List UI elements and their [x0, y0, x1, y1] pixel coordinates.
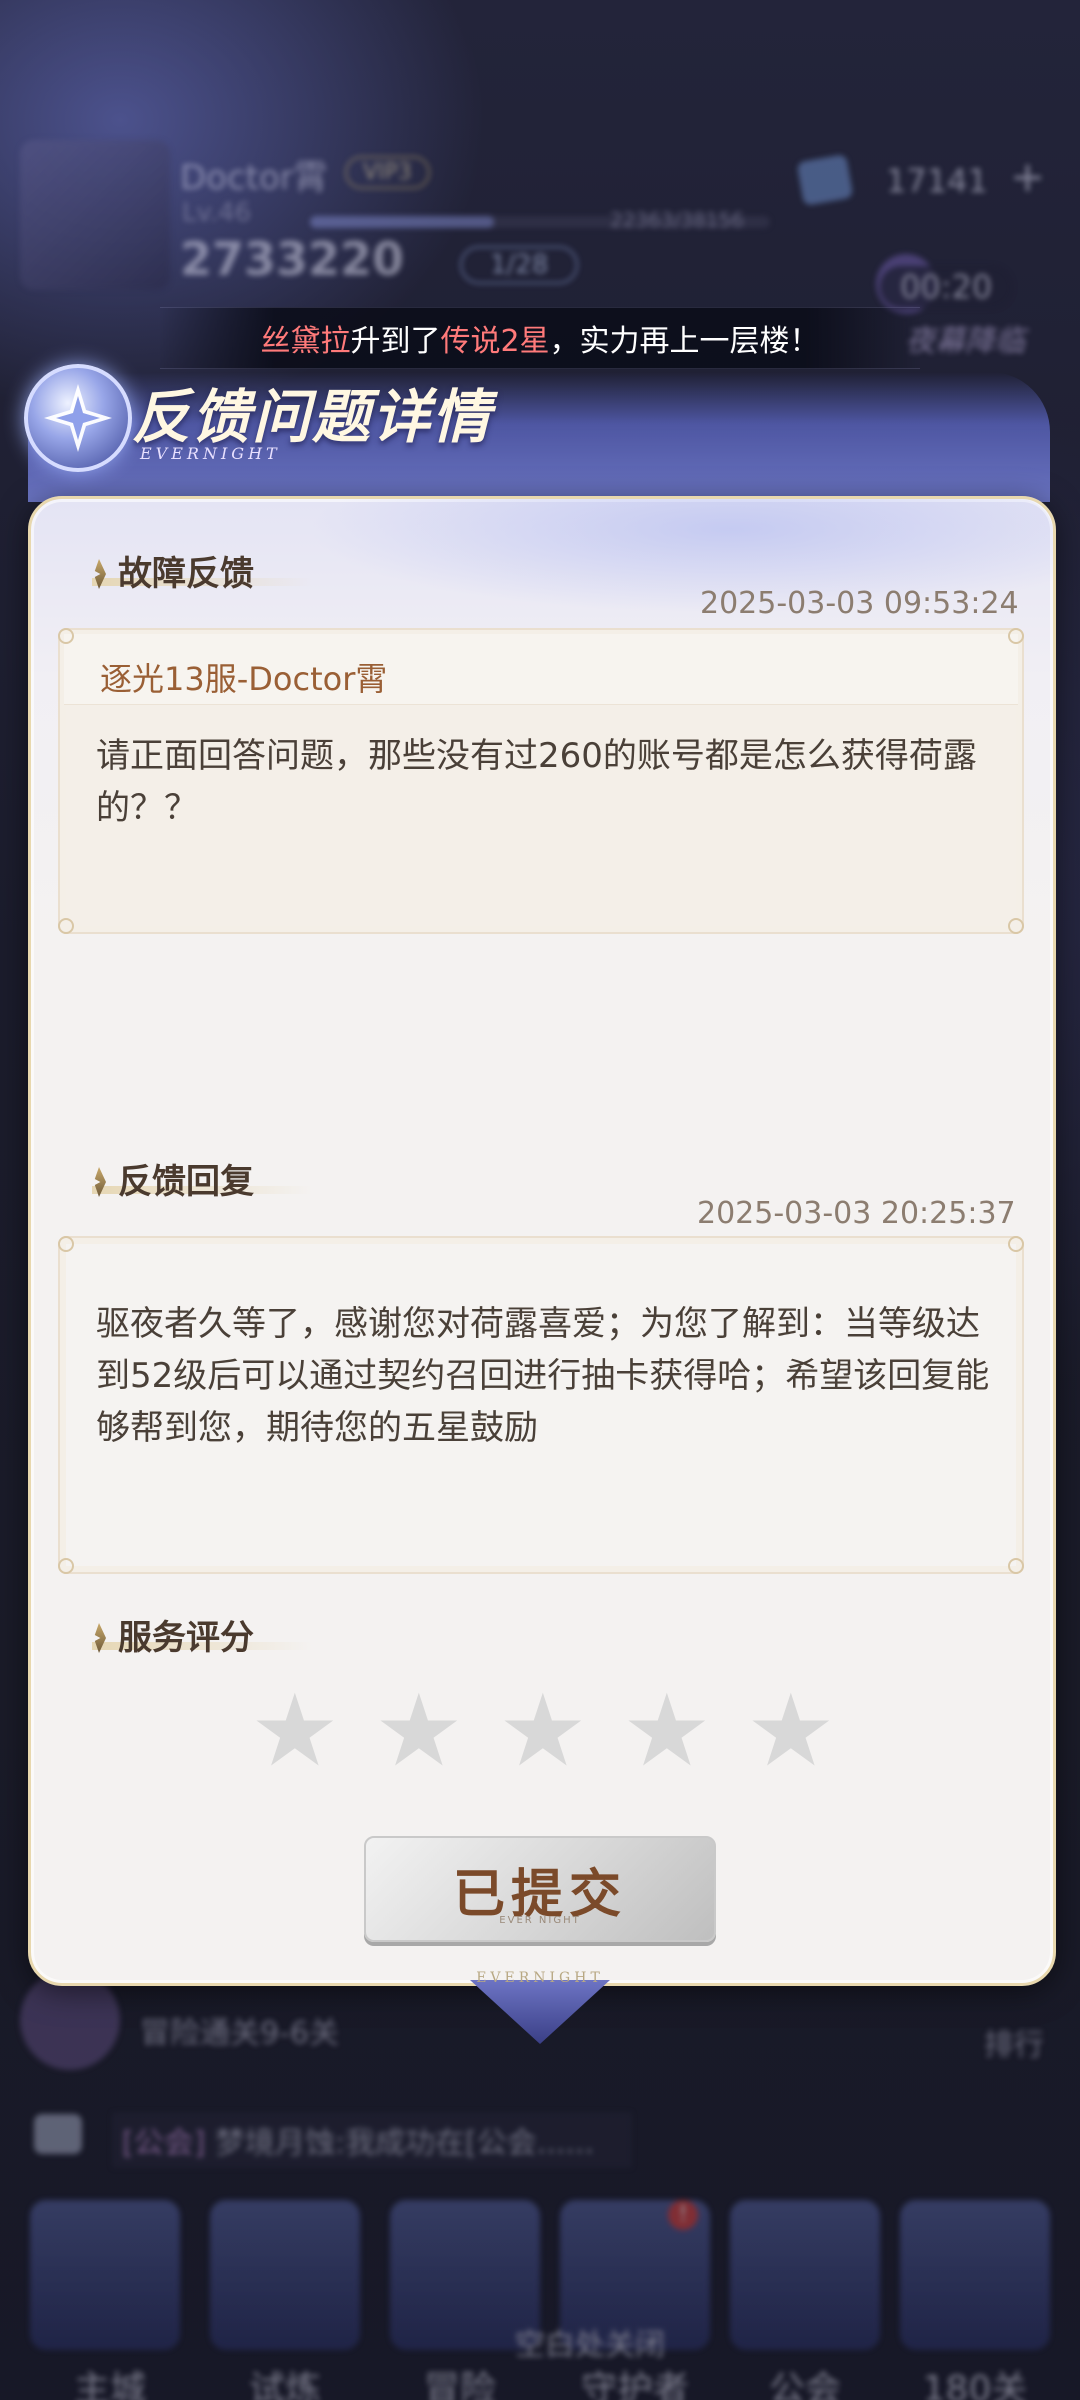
section-marker-icon	[94, 1623, 106, 1653]
issue-section-label: 故障反馈	[118, 554, 254, 594]
main-city-icon[interactable]	[30, 2200, 180, 2350]
issue-card-header: 逐光13服-Doctor霄	[64, 634, 1018, 705]
rating-section-title: 服务评分	[92, 1610, 254, 1659]
nav-guild[interactable]: 公会	[725, 2360, 885, 2400]
footer-brand: EVERNIGHT	[476, 1970, 604, 1986]
ranking-label[interactable]: 排行	[984, 2020, 1044, 2064]
tap-to-close-hint: 空白处关闭	[515, 2328, 665, 2363]
event-label[interactable]: 夜幕降临	[905, 316, 1025, 360]
player-level: Lv.46	[182, 198, 252, 228]
player-avatar[interactable]	[20, 140, 170, 290]
notification-badge: !	[668, 2200, 698, 2230]
event-timer: 00:20	[880, 266, 1013, 308]
power-value: 2733220	[180, 232, 405, 286]
nav-trial[interactable]: 试炼	[205, 2360, 365, 2400]
issue-timestamp: 2025-03-03 09:53:24	[700, 586, 1019, 621]
corner-ornament	[1008, 1236, 1024, 1252]
issue-section-title: 故障反馈	[92, 546, 254, 595]
exp-fill	[310, 216, 494, 228]
task-text[interactable]: 冒险通关9-6关	[140, 2008, 339, 2052]
announcement-banner: 丝黛拉 升到了 传说2星 ，实力再上一层楼！	[160, 307, 920, 369]
dialog-subtitle: EVERNIGHT	[140, 444, 281, 463]
gem-count: 17141	[886, 162, 988, 200]
reply-section-title: 反馈回复	[92, 1154, 254, 1203]
submitted-button-sublabel: EVER NIGHT	[499, 1915, 581, 1926]
rank-badge: 1/28	[460, 246, 579, 284]
issue-card: 逐光13服-Doctor霄 请正面回答问题，那些没有过260的账号都是怎么获得荷…	[58, 628, 1024, 934]
nav-adventure[interactable]: 冒险	[380, 2360, 540, 2400]
corner-ornament	[58, 1236, 74, 1252]
chat-icon[interactable]	[34, 2114, 82, 2154]
rating-section-label: 服务评分	[118, 1618, 254, 1658]
corner-ornament	[58, 918, 74, 934]
corner-ornament	[1008, 1558, 1024, 1574]
nav-main-city[interactable]: 主城	[30, 2360, 190, 2400]
corner-ornament	[58, 628, 74, 644]
banner-text-1: 升到了	[350, 324, 441, 359]
banner-text-2: ，实力再上一层楼！	[549, 324, 820, 359]
star-icon[interactable]: ★	[374, 1681, 464, 1781]
star-emblem-icon	[24, 364, 132, 472]
submitted-button[interactable]: 已提交 EVER NIGHT	[364, 1836, 716, 1942]
star-icon[interactable]: ★	[250, 1681, 340, 1781]
reply-section-label: 反馈回复	[118, 1162, 254, 1202]
star-icon[interactable]: ★	[622, 1681, 712, 1781]
issue-server-player: 逐光13服-Doctor霄	[100, 660, 388, 698]
banner-rarity: 传说2星	[440, 324, 550, 359]
banner-hero-name: 丝黛拉	[260, 324, 351, 359]
rating-stars: ★ ★ ★ ★ ★	[250, 1681, 836, 1781]
corner-ornament	[1008, 918, 1024, 934]
nav-guardian[interactable]: 守护者	[555, 2360, 715, 2400]
corner-ornament	[1008, 628, 1024, 644]
dialog-title: 反馈问题详情	[132, 383, 493, 451]
reply-card: 驱夜者久等了，感谢您对荷露喜爱；为您了解到：当等级达到52级后可以通过契约召回进…	[58, 1236, 1024, 1574]
section-marker-icon	[94, 559, 106, 589]
trial-icon[interactable]	[210, 2200, 360, 2350]
corner-ornament	[58, 1558, 74, 1574]
star-icon[interactable]: ★	[498, 1681, 588, 1781]
guild-icon[interactable]	[730, 2200, 880, 2350]
chat-guild-tag: [公会]	[122, 2126, 206, 2161]
add-gems-button[interactable]: +	[1010, 152, 1045, 201]
exp-text: 22363/38156	[610, 208, 744, 232]
stage-icon[interactable]	[900, 2200, 1050, 2350]
reply-text: 驱夜者久等了，感谢您对荷露喜爱；为您了解到：当等级达到52级后可以通过契约召回进…	[96, 1304, 990, 1448]
nav-stage[interactable]: 180关	[895, 2360, 1055, 2400]
issue-text: 请正面回答问题，那些没有过260的账号都是怎么获得荷露的？？	[96, 736, 977, 828]
reply-timestamp: 2025-03-03 20:25:37	[697, 1196, 1016, 1231]
chat-message[interactable]: [公会] 梦境月蚀:我成功在[公会......	[112, 2112, 632, 2168]
player-name: Doctor霄	[180, 158, 328, 198]
vip-badge: VIP3	[345, 156, 430, 189]
star-icon[interactable]: ★	[746, 1681, 836, 1781]
section-marker-icon	[94, 1167, 106, 1197]
gem-icon	[796, 153, 854, 207]
chat-message-text: 梦境月蚀:我成功在[公会......	[214, 2126, 594, 2161]
